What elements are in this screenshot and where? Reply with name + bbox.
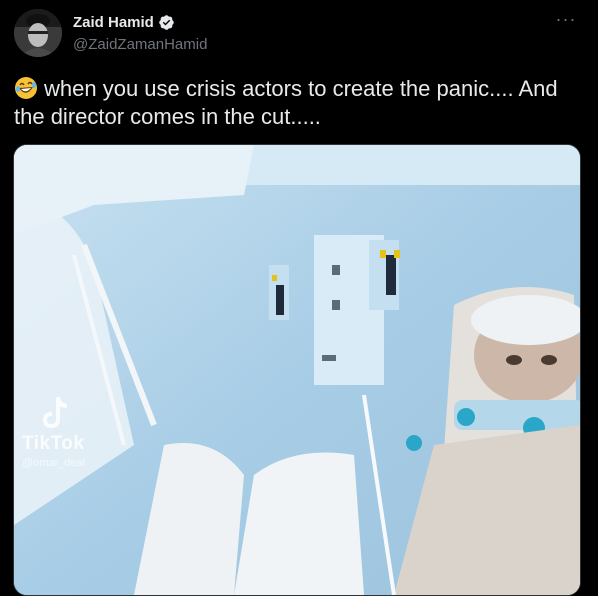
more-dots-icon: ··· [555, 9, 577, 29]
tweet-text: when you use crisis actors to create the… [14, 75, 584, 131]
rolling-on-floor-laughing-emoji-icon [15, 77, 37, 99]
more-options-button[interactable]: ··· [554, 9, 578, 32]
tiktok-watermark: TikTok @omar_deal [22, 395, 112, 469]
tiktok-logo-icon [43, 397, 67, 428]
video-frame [14, 145, 580, 595]
avatar-image [14, 9, 62, 57]
tweet-text-body: when you use crisis actors to create the… [14, 76, 558, 129]
video-media[interactable]: TikTok @omar_deal [13, 144, 581, 596]
avatar[interactable] [14, 9, 62, 57]
author-handle[interactable]: @ZaidZamanHamid [73, 36, 207, 53]
author-name[interactable]: Zaid Hamid [73, 14, 154, 31]
tiktok-username: @omar_deal [22, 457, 86, 469]
author-name-row[interactable]: Zaid Hamid [73, 14, 175, 31]
tweet[interactable]: Zaid Hamid @ZaidZamanHamid ··· when you … [0, 0, 598, 596]
verified-badge-icon [159, 15, 174, 30]
tiktok-brand: TikTok [22, 433, 85, 454]
